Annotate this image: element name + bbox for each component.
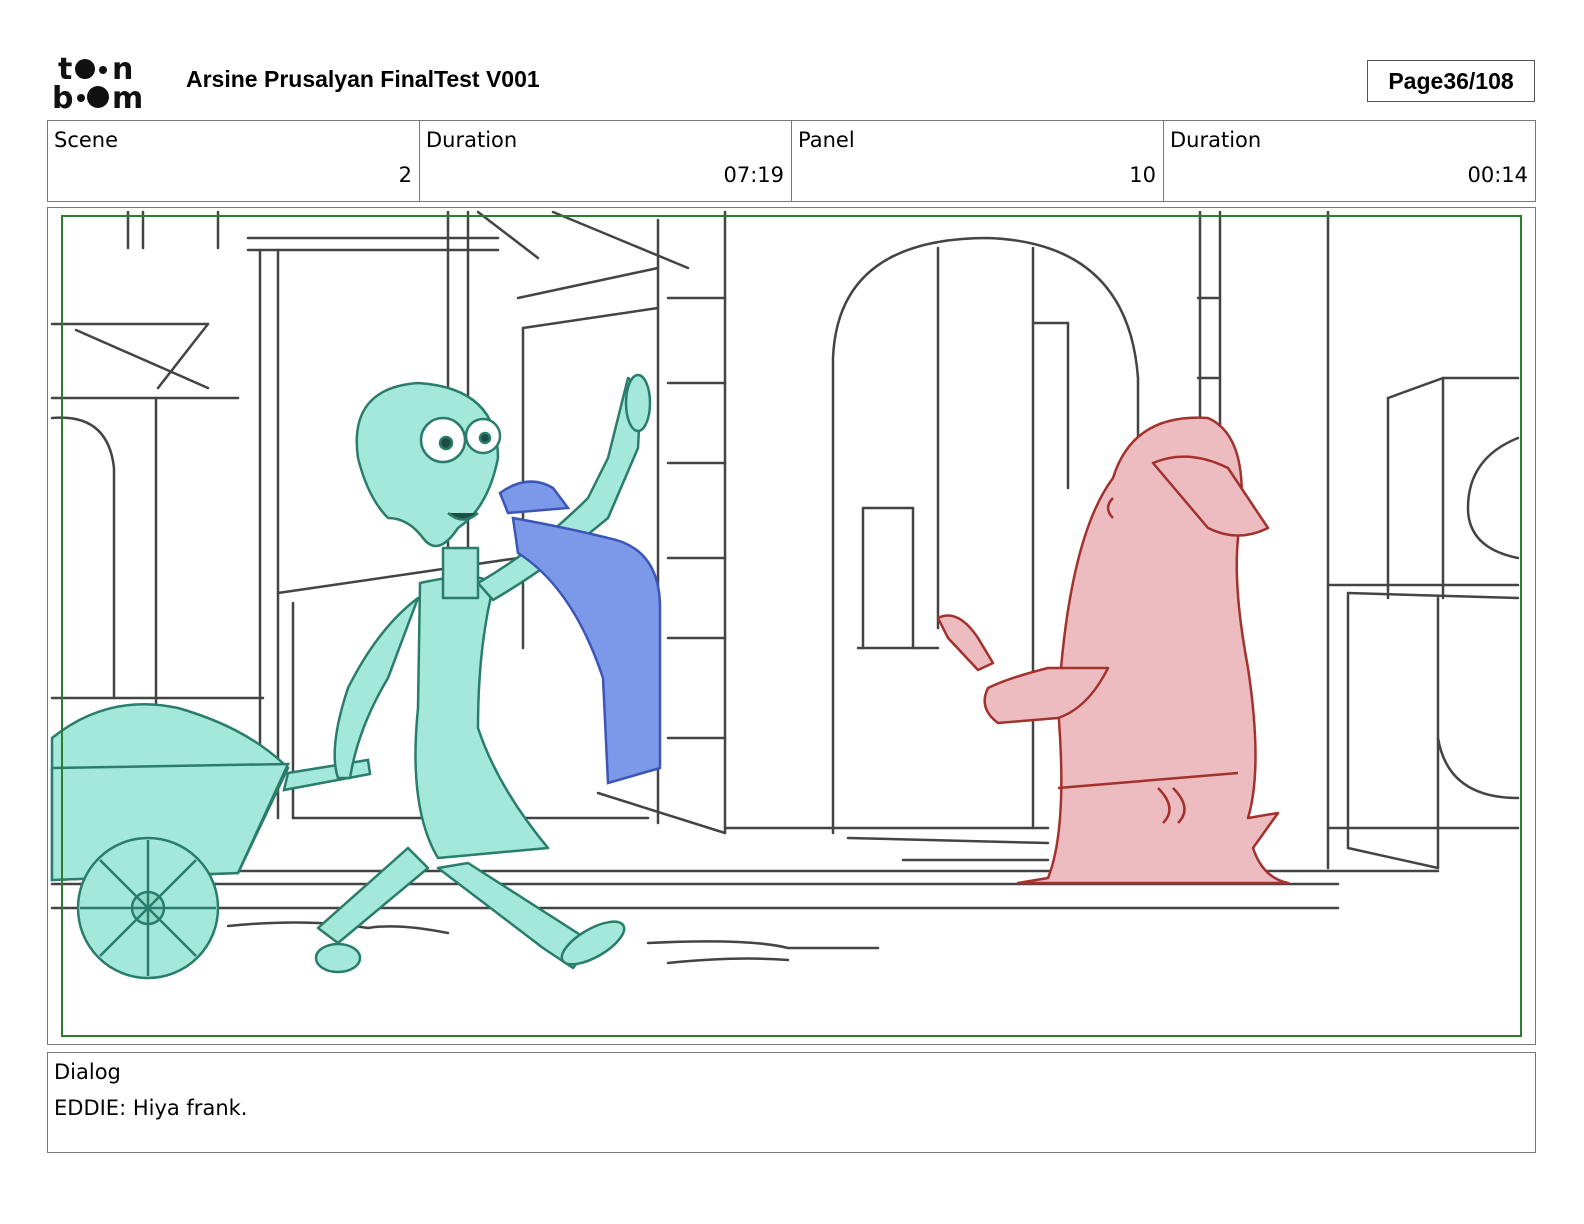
scene-info-table: Scene 2 Duration 07:19 Panel 10 Duration… — [47, 120, 1536, 202]
safe-frame — [61, 215, 1522, 1037]
toonboom-logo-graphic: t n b m — [52, 52, 143, 112]
panel-duration-value: 00:14 — [1467, 163, 1528, 187]
document-title: Arsine Prusalyan FinalTest V001 — [186, 66, 540, 92]
panel-duration-cell: Duration 00:14 — [1164, 121, 1535, 201]
panel-cell: Panel 10 — [792, 121, 1164, 201]
panel-label: Panel — [798, 128, 855, 152]
panel-value: 10 — [1129, 163, 1156, 187]
svg-text:m: m — [112, 81, 143, 112]
scene-cell: Scene 2 — [48, 121, 420, 201]
scene-duration-label: Duration — [426, 128, 518, 152]
dialog-text: EDDIE: Hiya frank. — [54, 1096, 248, 1120]
dialog-label: Dialog — [54, 1060, 121, 1084]
svg-text:b: b — [52, 81, 73, 112]
storyboard-panel — [47, 207, 1536, 1045]
page-label: Page — [1388, 67, 1444, 94]
panel-duration-label: Duration — [1170, 128, 1262, 152]
page-number: 36/108 — [1443, 67, 1514, 94]
scene-value: 2 — [398, 163, 412, 187]
scene-duration-cell: Duration 07:19 — [420, 121, 792, 201]
scene-duration-value: 07:19 — [723, 163, 784, 187]
page-indicator: Page 36/108 — [1367, 60, 1535, 102]
dialog-box: Dialog EDDIE: Hiya frank. — [47, 1052, 1536, 1153]
scene-label: Scene — [54, 128, 119, 152]
toonboom-logo: t n b m — [52, 52, 164, 112]
